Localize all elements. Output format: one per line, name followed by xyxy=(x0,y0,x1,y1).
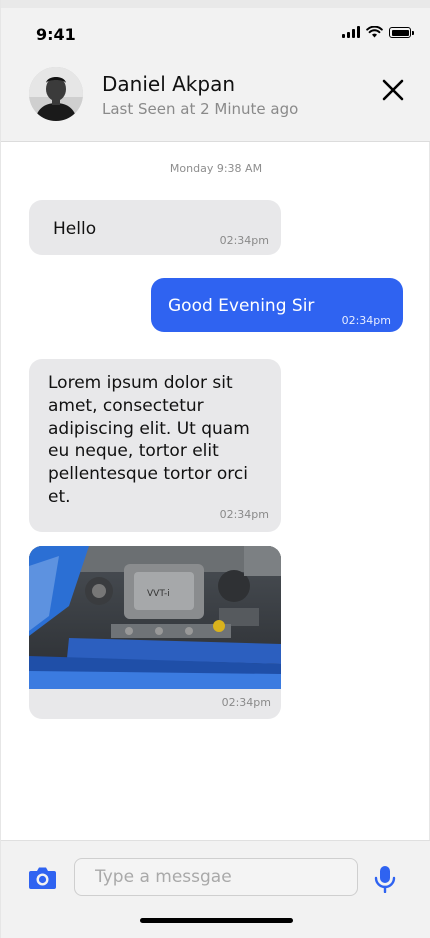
message-time: 02:34pm xyxy=(219,508,269,521)
battery-icon xyxy=(389,27,414,38)
message-text: Good Evening Sir xyxy=(168,296,315,316)
close-icon[interactable] xyxy=(381,78,405,102)
message-bubble-image[interactable]: VVT-i 02:34pm xyxy=(29,546,281,719)
message-bubble-outgoing[interactable]: Good Evening Sir 02:34pm xyxy=(151,278,403,332)
home-indicator xyxy=(140,918,293,923)
wifi-icon xyxy=(366,26,383,38)
status-time: 9:41 xyxy=(36,25,76,44)
chat-screen: 9:41 Daniel Akpan Last Seen at 2 Minute … xyxy=(0,0,430,938)
avatar[interactable] xyxy=(29,67,83,121)
message-time: 02:34pm xyxy=(221,696,271,709)
status-bar: 9:41 xyxy=(1,8,430,54)
message-time: 02:34pm xyxy=(219,234,269,247)
camera-icon[interactable] xyxy=(28,866,57,890)
chat-header: Daniel Akpan Last Seen at 2 Minute ago xyxy=(1,54,430,142)
status-icons xyxy=(342,26,414,38)
cellular-signal-icon xyxy=(342,26,360,38)
car-engine-photo[interactable]: VVT-i xyxy=(29,546,281,689)
message-text: Lorem ipsum dolor sit amet, consectetur … xyxy=(48,373,250,507)
last-seen-status: Last Seen at 2 Minute ago xyxy=(102,100,299,118)
message-text: Hello xyxy=(53,219,97,239)
message-input[interactable] xyxy=(74,858,358,896)
svg-text:VVT-i: VVT-i xyxy=(147,589,170,599)
contact-name: Daniel Akpan xyxy=(102,72,235,96)
message-composer xyxy=(1,840,430,938)
top-strip xyxy=(1,0,430,8)
message-bubble-incoming[interactable]: Hello 02:34pm xyxy=(29,200,281,255)
message-bubble-incoming[interactable]: Lorem ipsum dolor sit amet, consectetur … xyxy=(29,359,281,532)
microphone-icon[interactable] xyxy=(374,865,396,893)
date-divider: Monday 9:38 AM xyxy=(169,162,263,175)
message-time: 02:34pm xyxy=(341,314,391,327)
